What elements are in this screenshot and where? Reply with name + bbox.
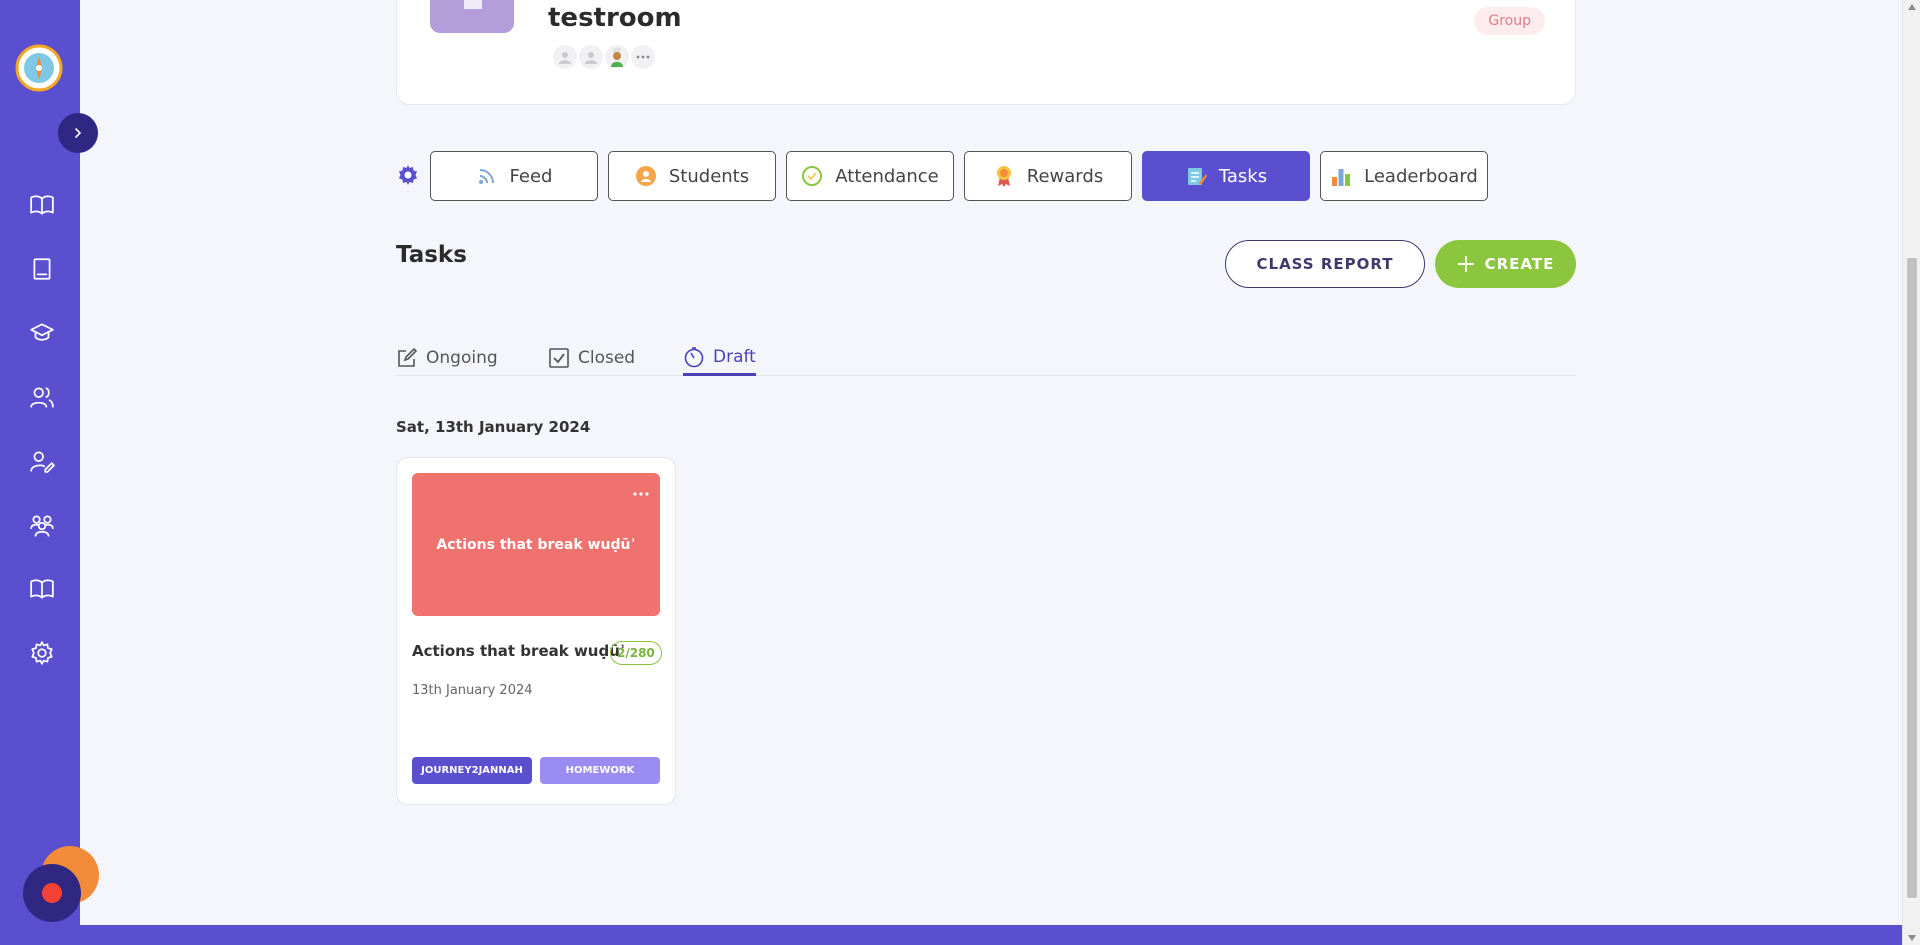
member-avatar[interactable] (553, 45, 577, 69)
task-thumbnail[interactable]: Actions that break wuḍūʾ (412, 473, 660, 616)
edit-icon (398, 347, 418, 367)
page-title: Tasks (396, 242, 467, 268)
sidebar-item-settings[interactable] (26, 637, 58, 669)
task-card[interactable]: Actions that break wuḍūʾ Actions that br… (396, 457, 676, 805)
create-button[interactable]: CREATE (1435, 240, 1576, 288)
rss-icon (476, 165, 498, 187)
tab-rewards[interactable]: Rewards (964, 151, 1132, 201)
record-dot-icon (42, 883, 62, 903)
more-dots-icon (636, 55, 650, 59)
scroll-down-arrow[interactable] (1903, 931, 1920, 945)
checkbox-icon (549, 348, 569, 368)
page-scrollbar[interactable] (1902, 0, 1920, 945)
more-dots-icon (633, 492, 649, 496)
user-placeholder-icon (559, 52, 571, 64)
room-header-card: testroom Group (396, 0, 1576, 105)
task-thumbnail-text: Actions that break wuḍūʾ (436, 536, 636, 553)
sidebar-item-books[interactable] (26, 253, 58, 285)
journey2jannah-logo[interactable] (11, 36, 67, 100)
triangle-down-icon (1908, 935, 1916, 941)
tab-label: Leaderboard (1364, 165, 1478, 187)
scroll-up-arrow[interactable] (1903, 0, 1920, 14)
tag-journey2jannah: JOURNEY2JANNAH (412, 757, 532, 784)
footer-bar (80, 925, 1902, 945)
task-count-badge: 2/280 (610, 641, 662, 665)
gear-icon (399, 165, 417, 185)
member-avatar[interactable] (605, 45, 629, 69)
task-date: 13th January 2024 (412, 683, 533, 698)
user-placeholder-icon (585, 52, 597, 64)
tab-students[interactable]: Students (608, 151, 776, 201)
create-label: CREATE (1484, 255, 1555, 273)
sidebar-item-groups[interactable] (26, 509, 58, 541)
tab-leaderboard[interactable]: Leaderboard (1320, 151, 1488, 201)
group-icon (30, 515, 54, 537)
tab-label: Feed (509, 165, 553, 187)
timer-icon (684, 346, 704, 367)
more-members[interactable] (631, 45, 655, 69)
student-icon (635, 165, 657, 187)
open-book-icon (30, 579, 54, 599)
sidebar-item-users[interactable] (26, 381, 58, 413)
sidebar-expand-button[interactable] (58, 113, 98, 153)
tab-label: Tasks (1218, 165, 1268, 187)
tab-label: Students (668, 165, 750, 187)
tab-label: Rewards (1026, 165, 1104, 187)
attendance-icon (801, 165, 823, 187)
sub-tab-ongoing[interactable]: Ongoing (396, 340, 498, 376)
sidebar-item-library[interactable] (26, 189, 58, 221)
sub-tab-closed[interactable]: Closed (548, 340, 635, 376)
book-icon (33, 258, 51, 280)
room-title: testroom (548, 3, 682, 33)
sub-tab-label: Closed (578, 348, 636, 368)
tab-attendance[interactable]: Attendance (786, 151, 954, 201)
class-report-button[interactable]: CLASS REPORT (1225, 240, 1425, 288)
room-avatar (430, 0, 514, 33)
sidebar-item-teachers[interactable] (26, 445, 58, 477)
task-title: Actions that break wuḍūʾ (412, 642, 626, 660)
tab-tasks[interactable]: Tasks (1142, 151, 1310, 201)
scroll-thumb[interactable] (1907, 258, 1917, 898)
rewards-icon (993, 165, 1015, 187)
leaderboard-icon (1330, 165, 1352, 187)
chevron-right-icon (75, 128, 82, 138)
sub-tab-label: Draft (713, 346, 756, 367)
date-group-label: Sat, 13th January 2024 (396, 418, 591, 436)
task-options-menu[interactable] (632, 481, 650, 502)
record-widget-button[interactable] (23, 864, 81, 922)
member-avatars[interactable] (553, 45, 655, 69)
user-edit-icon (30, 451, 55, 473)
users-icon (30, 387, 54, 408)
sub-tab-draft[interactable]: Draft (683, 340, 756, 376)
sidebar-item-resources[interactable] (26, 573, 58, 605)
tag-homework: HOMEWORK (540, 757, 660, 784)
sub-tab-label: Ongoing (426, 348, 498, 368)
tasks-icon (1185, 165, 1207, 187)
gear-icon (31, 641, 53, 665)
group-badge: Group (1474, 7, 1545, 35)
tab-feed[interactable]: Feed (430, 151, 598, 201)
plus-icon (1457, 256, 1474, 272)
graduation-cap-icon (30, 323, 54, 341)
sidebar-item-courses[interactable] (26, 317, 58, 349)
character-avatar-icon (611, 48, 623, 67)
tab-label: Attendance (835, 165, 939, 187)
member-avatar[interactable] (579, 45, 603, 69)
open-book-icon (30, 195, 54, 215)
triangle-up-icon (1908, 4, 1916, 10)
room-settings-gear[interactable] (396, 163, 420, 187)
